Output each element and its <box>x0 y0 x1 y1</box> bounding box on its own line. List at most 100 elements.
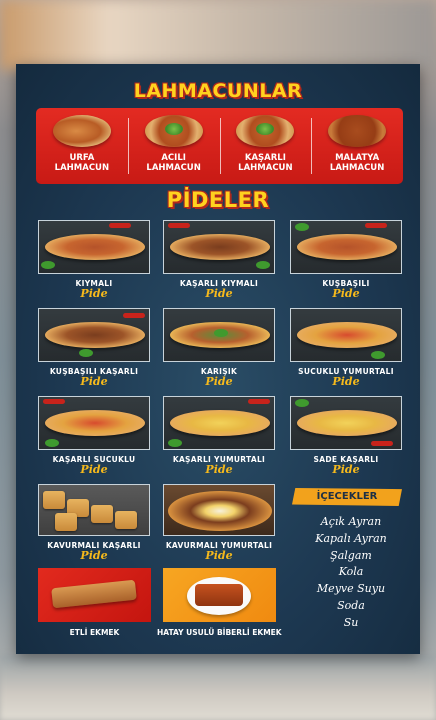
kusbasili-kasarli-pide-image <box>38 308 150 362</box>
kasarli-yumurtali-pide-image <box>163 396 275 450</box>
malatya-lahmacun-image <box>328 115 387 147</box>
herb-decoration <box>256 261 270 269</box>
herb-decoration <box>371 351 385 359</box>
kavurmali-kasarli-pide-image <box>38 484 150 536</box>
lahmacun-item-kasarli[interactable]: KAŞARLI LAHMACUN <box>219 108 312 184</box>
background-blur-top <box>0 0 436 70</box>
herb-decoration <box>41 261 55 269</box>
pide-section-title: PİDELER <box>166 188 270 212</box>
background-blur-bottom <box>0 655 436 720</box>
pide-sublabel: Pide <box>332 375 360 388</box>
pepper-decoration <box>371 441 393 446</box>
pide-sublabel: Pide <box>205 549 233 562</box>
etli-ekmek-image <box>38 568 151 622</box>
meat-shape <box>195 584 243 606</box>
lahmacun-label-line1: KAŞARLI <box>244 153 286 163</box>
pepper-decoration <box>248 399 270 404</box>
pide-card-kasarli-sucuklu[interactable]: KAŞARLI SUCUKLU Pide <box>38 396 150 476</box>
etli-ekmek-label: ETLİ EKMEK <box>69 628 120 637</box>
pepper-decoration <box>43 399 65 404</box>
herb-decoration <box>295 399 309 407</box>
pide-card-kasarli-kiymali[interactable]: KAŞARLI KIYMALI Pide <box>163 220 275 300</box>
herb-decoration <box>45 439 59 447</box>
sucuklu-yumurtali-pide-image <box>290 308 402 362</box>
lahmacun-section-title: LAHMACUNLAR <box>133 80 303 102</box>
kavurmali-yumurtali-pide-image <box>163 484 275 536</box>
hatay-ekmek-image <box>163 568 276 622</box>
drink-item[interactable]: Su <box>292 615 410 632</box>
lahmacun-label-line1: URFA <box>69 153 95 163</box>
lahmacun-label-line1: MALATYA <box>335 153 380 163</box>
pide-shape <box>170 234 270 260</box>
drink-item[interactable]: Şalgam <box>292 548 410 565</box>
herb-decoration <box>168 439 182 447</box>
pide-shape <box>45 234 145 260</box>
hatay-ekmek-card[interactable]: HATAY USULÜ BİBERLİ EKMEK <box>157 568 282 637</box>
pepper-decoration <box>168 223 190 228</box>
lahmacun-label: ACILI LAHMACUN <box>146 153 200 173</box>
pide-slice <box>115 511 137 529</box>
drinks-list: Açık Ayran Kapalı Ayran Şalgam Kola Meyv… <box>292 514 410 632</box>
kasarli-kiymali-pide-image <box>163 220 275 274</box>
drink-item[interactable]: Açık Ayran <box>292 514 410 531</box>
kusbasili-pide-image <box>290 220 402 274</box>
pide-sublabel: Pide <box>205 463 233 476</box>
lahmacun-label: KAŞARLI LAHMACUN <box>238 153 292 173</box>
drink-item[interactable]: Kola <box>292 564 410 581</box>
kasarli-lahmacun-image <box>236 115 295 147</box>
pide-card-kavurmali-kasarli[interactable]: KAVURMALI KAŞARLI Pide <box>38 484 150 562</box>
acili-lahmacun-image <box>144 115 203 147</box>
sade-kasarli-pide-image <box>290 396 402 450</box>
lahmacun-label-line2: LAHMACUN <box>329 163 385 173</box>
drink-item[interactable]: Soda <box>292 598 410 615</box>
urfa-lahmacun-image <box>52 115 111 147</box>
pide-shape <box>297 234 397 260</box>
pide-card-sade-kasarli[interactable]: SADE KAŞARLI Pide <box>290 396 402 476</box>
pide-sublabel: Pide <box>80 463 108 476</box>
herb-decoration <box>79 349 93 357</box>
etli-ekmek-card[interactable]: ETLİ EKMEK <box>38 568 151 637</box>
hatay-ekmek-label: HATAY USULÜ BİBERLİ EKMEK <box>157 628 282 637</box>
pide-slice <box>91 505 113 523</box>
lahmacun-label: URFA LAHMACUN <box>55 153 109 173</box>
pide-slice <box>43 491 65 509</box>
pide-card-karisik[interactable]: KARIŞIK Pide <box>163 308 275 388</box>
pide-slice <box>55 513 77 531</box>
tray-shape <box>39 485 149 535</box>
lahmacun-label-line2: LAHMACUN <box>238 163 293 173</box>
pide-shape <box>45 322 145 348</box>
pide-sublabel: Pide <box>205 375 233 388</box>
pide-card-kusbasili[interactable]: KUŞBAŞILI Pide <box>290 220 402 300</box>
lahmacun-item-malatya[interactable]: MALATYA LAHMACUN <box>311 108 403 184</box>
lahmacun-label-line1: ACILI <box>161 153 186 163</box>
pepper-decoration <box>109 223 131 228</box>
pide-card-kasarli-yumurtali[interactable]: KAŞARLI YUMURTALI Pide <box>163 396 275 476</box>
herb-decoration <box>295 223 309 231</box>
pide-card-kusbasili-kasarli[interactable]: KUŞBAŞILI KAŞARLI Pide <box>38 308 150 388</box>
pide-sublabel: Pide <box>332 287 360 300</box>
pide-card-sucuklu-yumurtali[interactable]: SUCUKLU YUMURTALI Pide <box>290 308 402 388</box>
lahmacun-item-acili[interactable]: ACILI LAHMACUN <box>127 108 220 184</box>
pepper-decoration <box>365 223 387 228</box>
kiymali-pide-image <box>38 220 150 274</box>
pide-sublabel: Pide <box>80 287 108 300</box>
pide-shape <box>45 410 145 436</box>
bread-shape <box>51 579 137 609</box>
pide-sublabel: Pide <box>332 463 360 476</box>
pide-card-kiymali[interactable]: KIYMALI Pide <box>38 220 150 300</box>
lahmacun-item-urfa[interactable]: URFA LAHMACUN <box>36 108 128 184</box>
pide-card-kavurmali-yumurtali[interactable]: KAVURMALI YUMURTALI Pide <box>163 484 275 562</box>
pide-sublabel: Pide <box>80 549 108 562</box>
herb-decoration <box>214 329 228 337</box>
pide-shape <box>168 491 272 531</box>
lahmacun-label-line2: LAHMACUN <box>54 163 110 173</box>
drink-item[interactable]: Kapalı Ayran <box>292 531 410 548</box>
drink-item[interactable]: Meyve Suyu <box>292 581 410 598</box>
pide-sublabel: Pide <box>80 375 108 388</box>
kasarli-sucuklu-pide-image <box>38 396 150 450</box>
pide-shape <box>170 410 270 436</box>
pide-shape <box>297 322 397 348</box>
drinks-title: İÇECEKLER <box>292 488 402 506</box>
menu-poster: LAHMACUNLAR URFA LAHMACUN ACILI LAHMACUN… <box>16 64 420 654</box>
pepper-decoration <box>123 313 145 318</box>
